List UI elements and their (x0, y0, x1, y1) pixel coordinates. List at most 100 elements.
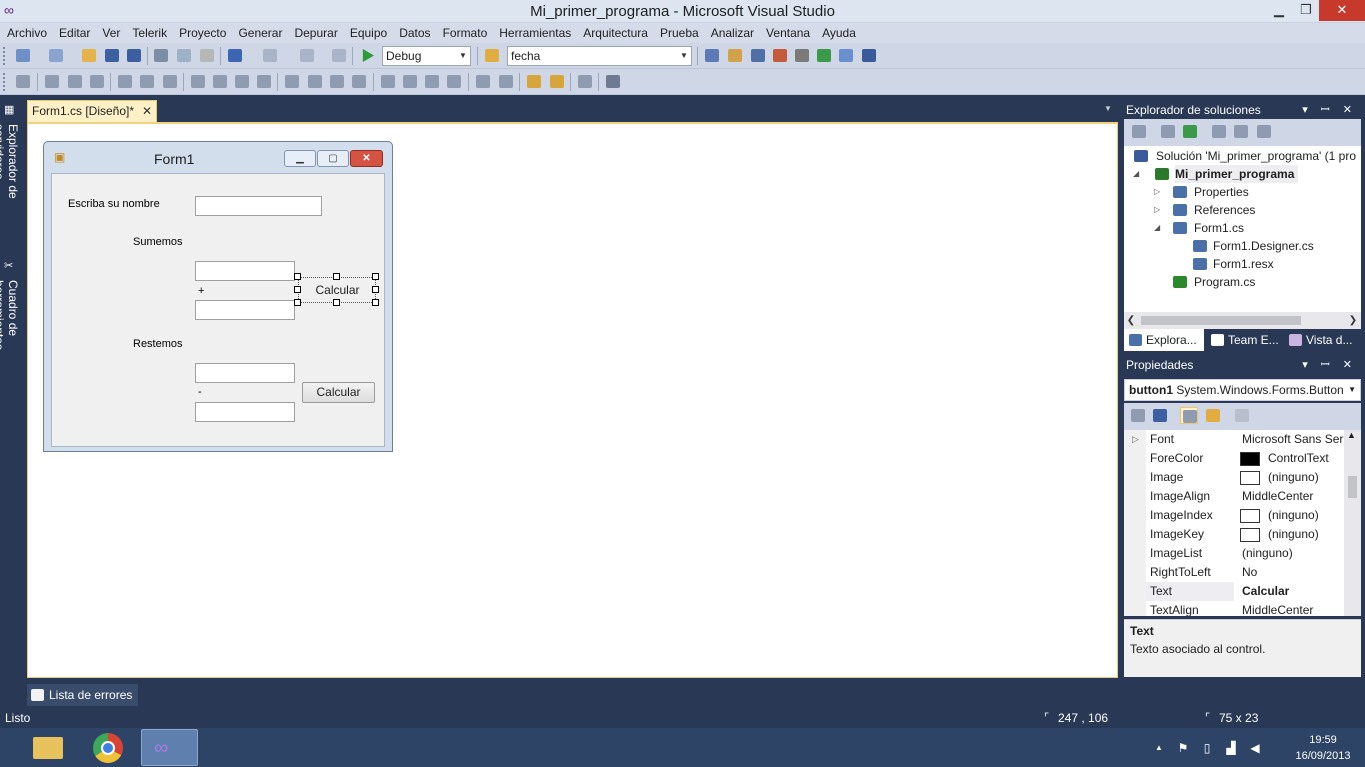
property-row-imagekey[interactable]: ImageKey (ninguno) (1124, 525, 1344, 544)
textbox-sub-a[interactable] (195, 363, 295, 383)
collapsed-arrow-icon[interactable]: ▷ (1154, 183, 1164, 201)
tools-icon[interactable] (793, 47, 811, 64)
alphabetical-icon[interactable] (1151, 407, 1169, 424)
object-browser-icon[interactable] (749, 47, 767, 64)
label-minus[interactable]: - (198, 386, 202, 398)
toolbar-grip[interactable] (3, 73, 7, 91)
tree-item-form1-resx[interactable]: Form1.resx (1124, 255, 1361, 273)
property-row-imagealign[interactable]: ImageAlign MiddleCenter (1124, 487, 1344, 506)
scrollbar-thumb[interactable] (1348, 476, 1357, 498)
resize-handle[interactable] (372, 273, 379, 280)
volume-icon[interactable]: ◀ (1248, 741, 1262, 755)
menu-herramientas[interactable]: Herramientas (493, 23, 577, 43)
menu-ver[interactable]: Ver (96, 23, 126, 43)
tree-item-solution[interactable]: Solución 'Mi_primer_programa' (1 pro (1124, 147, 1361, 165)
open-file-icon[interactable] (80, 47, 98, 64)
align-centers-icon[interactable] (66, 73, 84, 90)
form-window[interactable]: ▣ Form1 ▁ ▢ ✕ Escriba su nombre Sumemos … (43, 141, 393, 452)
close-icon[interactable]: ✕ (142, 101, 152, 121)
save-icon[interactable] (103, 47, 121, 64)
restore-button[interactable]: ❐ (1293, 0, 1319, 21)
textbox-nombre[interactable] (195, 196, 322, 216)
property-value[interactable]: (ninguno) (1268, 468, 1319, 487)
scroll-right-icon[interactable]: ❯ (1346, 312, 1360, 329)
property-row-image[interactable]: Image (ninguno) (1124, 468, 1344, 487)
new-project-icon[interactable] (14, 47, 32, 64)
property-value[interactable]: ControlText (1268, 449, 1329, 468)
class-view-icon[interactable] (771, 47, 789, 64)
scroll-up-icon[interactable]: ▲ (1347, 430, 1356, 440)
resize-handle[interactable] (372, 286, 379, 293)
button-calcular-sub[interactable]: Calcular (302, 382, 375, 403)
show-hidden-icons-icon[interactable]: ▲ (1152, 741, 1166, 755)
label-restemos[interactable]: Restemos (133, 338, 183, 350)
navigate-forward-icon[interactable] (330, 47, 348, 64)
expanded-arrow-icon[interactable]: ◢ (1154, 219, 1164, 237)
team-explorer-icon[interactable] (860, 47, 878, 64)
refresh-icon[interactable] (1181, 123, 1199, 140)
properties-icon[interactable] (1159, 123, 1177, 140)
property-row-font[interactable]: ▷ Font Microsoft Sans Seri (1124, 430, 1346, 449)
align-to-grid-icon[interactable] (14, 73, 32, 90)
chevron-down-icon[interactable]: ▼ (1102, 103, 1114, 115)
network-signal-icon[interactable]: ▟ (1224, 741, 1238, 755)
taskbar-file-explorer[interactable] (18, 729, 75, 766)
lock-controls-icon[interactable] (604, 73, 622, 90)
label-sumemos[interactable]: Sumemos (133, 236, 183, 248)
tab-class-view[interactable]: Vista d... (1284, 329, 1361, 351)
button-calcular-sum[interactable]: Calcular (301, 280, 374, 301)
events-icon[interactable] (1204, 407, 1222, 424)
scroll-left-icon[interactable]: ❮ (1124, 312, 1138, 329)
start-debug-icon[interactable] (358, 47, 376, 64)
tree-item-project[interactable]: ◢ Mi_primer_programa (1124, 165, 1361, 183)
form-minimize-button[interactable]: ▁ (284, 150, 316, 167)
find-input[interactable]: fecha ▼ (507, 46, 692, 66)
categorized-icon[interactable] (1129, 407, 1147, 424)
resize-handle[interactable] (294, 299, 301, 306)
make-same-width-icon[interactable] (189, 73, 207, 90)
tab-team-explorer[interactable]: Team E... (1206, 329, 1286, 351)
tab-form1-design[interactable]: Form1.cs [Diseño]* ✕ (27, 100, 157, 122)
property-value[interactable]: Microsoft Sans Seri (1242, 430, 1346, 449)
vertical-spacing-equal-icon[interactable] (379, 73, 397, 90)
property-pages-icon[interactable] (1233, 407, 1251, 424)
property-value[interactable]: MiddleCenter (1242, 601, 1313, 616)
form-maximize-button[interactable]: ▢ (317, 150, 349, 167)
find-in-files-icon[interactable] (483, 47, 501, 64)
paste-icon[interactable] (198, 47, 216, 64)
form-client-area[interactable]: Escriba su nombre Sumemos + Calcular Res… (51, 173, 385, 447)
close-button[interactable]: ✕ (1319, 0, 1365, 21)
increase-horizontal-spacing-icon[interactable] (306, 73, 324, 90)
vertical-scrollbar[interactable]: ▲ (1344, 430, 1361, 616)
menu-telerik[interactable]: Telerik (126, 23, 173, 43)
make-same-height-icon[interactable] (211, 73, 229, 90)
horizontal-spacing-equal-icon[interactable] (283, 73, 301, 90)
object-selector[interactable]: button1 System.Windows.Forms.Button ▼ (1124, 379, 1361, 401)
property-value[interactable]: (ninguno) (1268, 525, 1319, 544)
class-diagram-icon[interactable] (1255, 123, 1273, 140)
center-vertically-icon[interactable] (497, 73, 515, 90)
menu-editar[interactable]: Editar (53, 23, 96, 43)
start-page-icon[interactable] (815, 47, 833, 64)
menu-prueba[interactable]: Prueba (654, 23, 705, 43)
solution-config-select[interactable]: Debug ▼ (382, 46, 471, 66)
property-row-righttoleft[interactable]: RightToLeft No (1124, 563, 1344, 582)
size-to-grid-icon[interactable] (255, 73, 273, 90)
menu-ventana[interactable]: Ventana (760, 23, 816, 43)
property-row-textalign[interactable]: TextAlign MiddleCenter (1124, 601, 1344, 616)
panel-window-buttons[interactable]: ▾ ꟷ ✕ (1302, 101, 1357, 119)
save-all-icon[interactable] (125, 47, 143, 64)
view-designer-icon[interactable] (1232, 123, 1250, 140)
solution-explorer-icon[interactable] (703, 47, 721, 64)
design-surface[interactable]: ▣ Form1 ▁ ▢ ✕ Escriba su nombre Sumemos … (27, 122, 1118, 678)
action-center-flag-icon[interactable]: ⚑ (1176, 741, 1190, 755)
textbox-sum-b[interactable] (195, 300, 295, 320)
tree-item-properties[interactable]: ▷ Properties (1124, 183, 1361, 201)
center-horizontally-icon[interactable] (474, 73, 492, 90)
properties-window-icon[interactable] (726, 47, 744, 64)
tab-order-icon[interactable] (576, 73, 594, 90)
resize-handle[interactable] (372, 299, 379, 306)
align-tops-icon[interactable] (116, 73, 134, 90)
undo-icon[interactable] (226, 47, 244, 64)
taskbar-visual-studio[interactable]: ∞ (141, 729, 198, 766)
